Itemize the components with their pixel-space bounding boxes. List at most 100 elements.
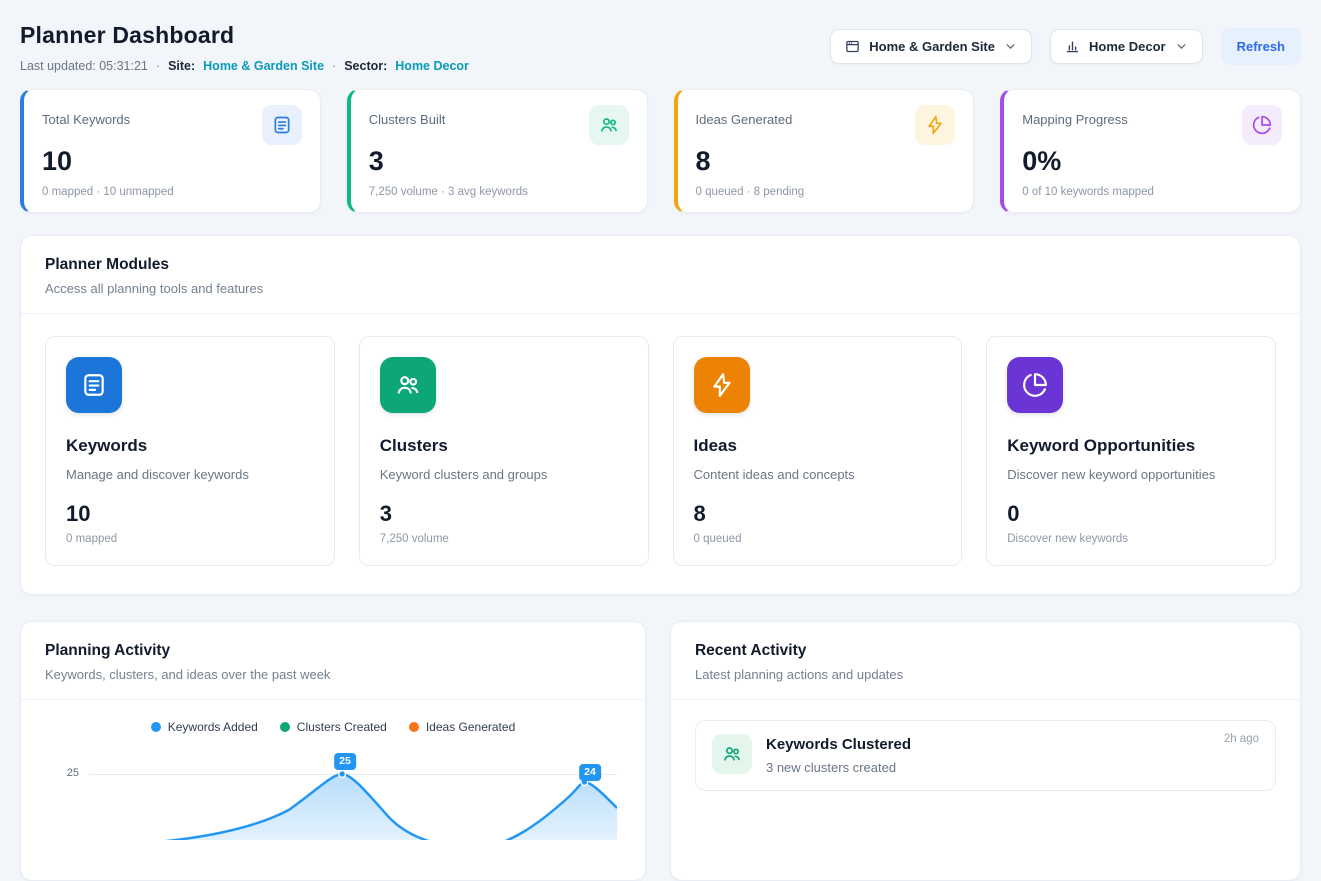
pie-chart-icon — [1007, 357, 1063, 413]
y-axis-tick: 25 — [45, 767, 79, 779]
data-point-label: 24 — [579, 764, 601, 781]
activity-item-keywords-clustered: Keywords Clustered 3 new clusters create… — [695, 720, 1276, 791]
stat-detail: 7,250 volume · 3 avg keywords — [369, 186, 629, 198]
stat-card-mapping-progress: Mapping Progress 0% 0 of 10 keywords map… — [1000, 89, 1301, 213]
legend-dot — [151, 722, 161, 732]
pie-chart-icon — [1242, 105, 1282, 145]
section-subtitle: Keywords, clusters, and ideas over the p… — [45, 667, 621, 682]
stat-value: 10 — [42, 146, 302, 177]
meta-separator: · — [332, 59, 336, 73]
activity-timestamp: 2h ago — [1224, 733, 1259, 745]
stat-card-clusters-built: Clusters Built 3 7,250 volume · 3 avg ke… — [347, 89, 648, 213]
module-detail: 7,250 volume — [380, 533, 628, 545]
stat-detail: 0 of 10 keywords mapped — [1022, 186, 1282, 198]
recent-activity-list: Keywords Clustered 3 new clusters create… — [671, 700, 1300, 815]
activity-item-text: Keywords Clustered 3 new clusters create… — [766, 734, 911, 775]
stat-label: Clusters Built — [369, 112, 446, 127]
planning-activity-panel: Planning Activity Keywords, clusters, an… — [20, 621, 646, 881]
section-title: Planning Activity — [45, 642, 621, 660]
legend-label: Keywords Added — [168, 720, 258, 734]
site-selector-value: Home & Garden Site — [869, 39, 995, 54]
site-link[interactable]: Home & Garden Site — [203, 59, 324, 73]
sector-selector-value: Home Decor — [1089, 39, 1166, 54]
stats-row: Total Keywords 10 0 mapped · 10 unmapped… — [20, 89, 1301, 213]
sector-link[interactable]: Home Decor — [395, 59, 469, 73]
stat-label: Mapping Progress — [1022, 112, 1128, 127]
modules-grid: Keywords Manage and discover keywords 10… — [21, 314, 1300, 594]
module-title: Clusters — [380, 436, 628, 456]
refresh-button[interactable]: Refresh — [1221, 28, 1301, 65]
section-subtitle: Latest planning actions and updates — [695, 667, 1276, 682]
planner-modules-header: Planner Modules Access all planning tool… — [21, 236, 1300, 314]
planner-modules-panel: Planner Modules Access all planning tool… — [20, 235, 1301, 595]
site-selector-dropdown[interactable]: Home & Garden Site — [830, 29, 1032, 64]
users-icon — [589, 105, 629, 145]
module-description: Discover new keyword opportunities — [1007, 467, 1255, 482]
users-icon — [712, 734, 752, 774]
sector-selector-dropdown[interactable]: Home Decor — [1050, 29, 1203, 64]
data-point-label: 25 — [334, 753, 356, 770]
module-detail: 0 mapped — [66, 533, 314, 545]
page-title: Planner Dashboard — [20, 22, 469, 49]
stat-value: 0% — [1022, 146, 1282, 177]
legend-label: Ideas Generated — [426, 720, 515, 734]
section-title: Recent Activity — [695, 642, 1276, 660]
module-value: 3 — [380, 501, 628, 527]
module-detail: Discover new keywords — [1007, 533, 1255, 545]
chevron-down-icon — [1004, 40, 1017, 53]
legend-dot — [409, 722, 419, 732]
section-title: Planner Modules — [45, 256, 1276, 274]
module-card-keywords[interactable]: Keywords Manage and discover keywords 10… — [45, 336, 335, 566]
legend-label: Clusters Created — [297, 720, 387, 734]
site-label: Site: — [168, 59, 195, 73]
planner-dashboard-page: Planner Dashboard Last updated: 05:31:21… — [0, 0, 1321, 881]
planning-activity-header: Planning Activity Keywords, clusters, an… — [21, 622, 645, 700]
sector-label: Sector: — [344, 59, 387, 73]
planning-activity-chart: Keywords Added Clusters Created Ideas Ge… — [21, 700, 645, 840]
bottom-row: Planning Activity Keywords, clusters, an… — [20, 621, 1301, 881]
chart-legend: Keywords Added Clusters Created Ideas Ge… — [45, 720, 621, 734]
module-card-clusters[interactable]: Clusters Keyword clusters and groups 3 7… — [359, 336, 649, 566]
module-detail: 0 queued — [694, 533, 942, 545]
meta-line: Last updated: 05:31:21 · Site: Home & Ga… — [20, 59, 469, 73]
lightning-icon — [915, 105, 955, 145]
recent-activity-panel: Recent Activity Latest planning actions … — [670, 621, 1301, 881]
meta-separator: · — [156, 59, 160, 73]
module-card-ideas[interactable]: Ideas Content ideas and concepts 8 0 que… — [673, 336, 963, 566]
lightning-icon — [694, 357, 750, 413]
module-value: 10 — [66, 501, 314, 527]
topbar-controls: Home & Garden Site Home Decor Refresh — [830, 28, 1301, 65]
activity-description: 3 new clusters created — [766, 760, 911, 775]
legend-item-ideas-generated: Ideas Generated — [409, 720, 515, 734]
last-updated-text: Last updated: 05:31:21 — [20, 59, 148, 73]
stat-detail: 0 mapped · 10 unmapped — [42, 186, 302, 198]
stat-value: 3 — [369, 146, 629, 177]
module-card-keyword-opportunities[interactable]: Keyword Opportunities Discover new keywo… — [986, 336, 1276, 566]
module-value: 8 — [694, 501, 942, 527]
section-subtitle: Access all planning tools and features — [45, 281, 1276, 296]
legend-item-keywords-added: Keywords Added — [151, 720, 258, 734]
area-chart: 25 25 — [45, 750, 621, 840]
chevron-down-icon — [1175, 40, 1188, 53]
module-description: Content ideas and concepts — [694, 467, 942, 482]
topbar-left: Planner Dashboard Last updated: 05:31:21… — [20, 22, 469, 73]
legend-dot — [280, 722, 290, 732]
activity-title: Keywords Clustered — [766, 736, 911, 753]
stat-value: 8 — [696, 146, 956, 177]
document-icon — [66, 357, 122, 413]
site-icon — [845, 39, 860, 54]
stat-card-ideas-generated: Ideas Generated 8 0 queued · 8 pending — [674, 89, 975, 213]
stat-label: Ideas Generated — [696, 112, 793, 127]
legend-item-clusters-created: Clusters Created — [280, 720, 387, 734]
module-value: 0 — [1007, 501, 1255, 527]
module-title: Ideas — [694, 436, 942, 456]
module-description: Manage and discover keywords — [66, 467, 314, 482]
module-title: Keyword Opportunities — [1007, 436, 1255, 456]
topbar: Planner Dashboard Last updated: 05:31:21… — [20, 22, 1301, 73]
users-icon — [380, 357, 436, 413]
recent-activity-header: Recent Activity Latest planning actions … — [671, 622, 1300, 700]
stat-detail: 0 queued · 8 pending — [696, 186, 956, 198]
module-title: Keywords — [66, 436, 314, 456]
module-description: Keyword clusters and groups — [380, 467, 628, 482]
stat-label: Total Keywords — [42, 112, 130, 127]
